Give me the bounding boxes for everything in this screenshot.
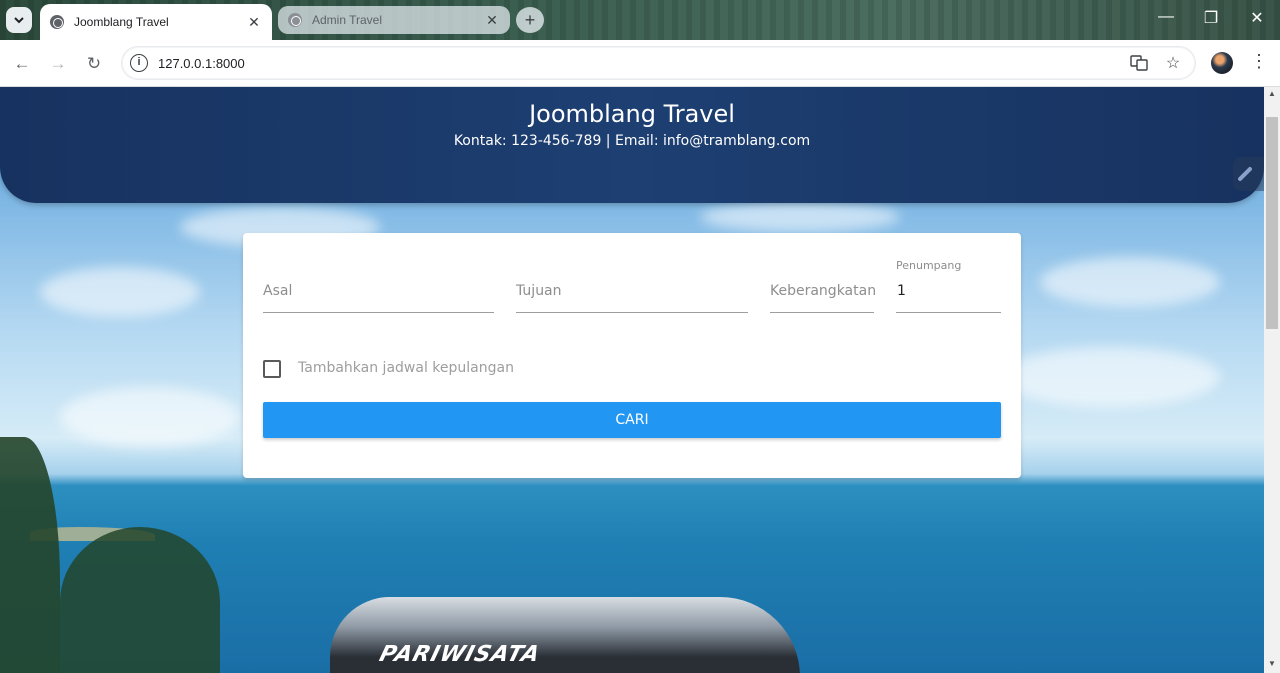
pine-tree: [0, 437, 60, 673]
tab-admin-travel[interactable]: Admin Travel ✕: [278, 6, 510, 34]
menu-icon[interactable]: ⋮: [1250, 51, 1268, 75]
cloud: [700, 202, 900, 232]
bus-livery-text: PARIWISATA: [376, 642, 544, 667]
destination-placeholder: Tujuan: [516, 283, 562, 299]
globe-icon: [288, 13, 302, 27]
departure-field[interactable]: Keberangkatan: [770, 273, 877, 313]
return-trip-checkbox[interactable]: [263, 360, 281, 378]
origin-field[interactable]: Asal: [263, 273, 494, 313]
cloud: [60, 387, 240, 447]
scroll-thumb[interactable]: [1266, 117, 1278, 329]
passengers-field[interactable]: Penumpang 1: [896, 259, 1001, 313]
side-panel-toggle[interactable]: [1233, 157, 1264, 191]
page-viewport: PARIWISATA Joomblang Travel Kontak: 123-…: [0, 87, 1264, 673]
search-button[interactable]: CARI: [263, 402, 1001, 438]
contact-info: Kontak: 123-456-789 | Email: info@trambl…: [453, 133, 811, 149]
info-icon[interactable]: i: [130, 54, 148, 72]
cloud: [1040, 257, 1220, 307]
origin-placeholder: Asal: [263, 283, 293, 299]
destination-field[interactable]: Tujuan: [516, 273, 748, 313]
scroll-up-icon[interactable]: ▲: [1264, 87, 1280, 101]
bookmark-star-icon[interactable]: ☆: [1163, 54, 1183, 74]
profile-avatar[interactable]: [1211, 52, 1233, 74]
site-title: Joomblang Travel: [529, 100, 735, 128]
new-tab-button[interactable]: +: [516, 7, 544, 33]
close-icon[interactable]: ✕: [246, 14, 262, 31]
minimize-icon[interactable]: —: [1154, 8, 1178, 26]
site-header: Joomblang Travel Kontak: 123-456-789 | E…: [0, 87, 1264, 203]
restore-icon[interactable]: ❐: [1199, 8, 1223, 28]
tab-title: Joomblang Travel: [74, 15, 169, 29]
plus-icon: +: [524, 9, 536, 30]
cloud: [40, 267, 200, 317]
address-bar[interactable]: i 127.0.0.1:8000 ☆: [121, 46, 1196, 80]
departure-placeholder: Keberangkatan: [770, 283, 877, 299]
chevron-down-icon: [14, 17, 24, 24]
translate-icon[interactable]: [1129, 54, 1149, 74]
close-window-icon[interactable]: ✕: [1245, 8, 1269, 28]
reload-icon[interactable]: ↻: [83, 53, 105, 75]
passengers-label: Penumpang: [896, 259, 962, 272]
forward-icon[interactable]: →: [47, 53, 69, 75]
pine-tree: [60, 527, 220, 673]
cloud: [1000, 347, 1220, 407]
url-text: 127.0.0.1:8000: [158, 56, 245, 71]
scroll-down-icon[interactable]: ▼: [1264, 657, 1280, 671]
back-icon[interactable]: ←: [11, 53, 33, 75]
tab-title: Admin Travel: [312, 13, 383, 27]
search-form-card: Asal Tujuan Keberangkatan Penumpang 1 Ta…: [243, 233, 1021, 478]
close-icon[interactable]: ✕: [484, 12, 500, 29]
browser-toolbar: ← → ↻ i 127.0.0.1:8000 ☆: [0, 40, 1280, 87]
tab-joomblang-travel[interactable]: Joomblang Travel ✕: [40, 4, 272, 40]
page-scrollbar[interactable]: ▲ ▼: [1264, 87, 1280, 673]
globe-icon: [50, 15, 64, 29]
passengers-value: 1: [897, 283, 906, 299]
tab-search-button[interactable]: [6, 7, 32, 33]
return-trip-label[interactable]: Tambahkan jadwal kepulangan: [298, 360, 514, 376]
